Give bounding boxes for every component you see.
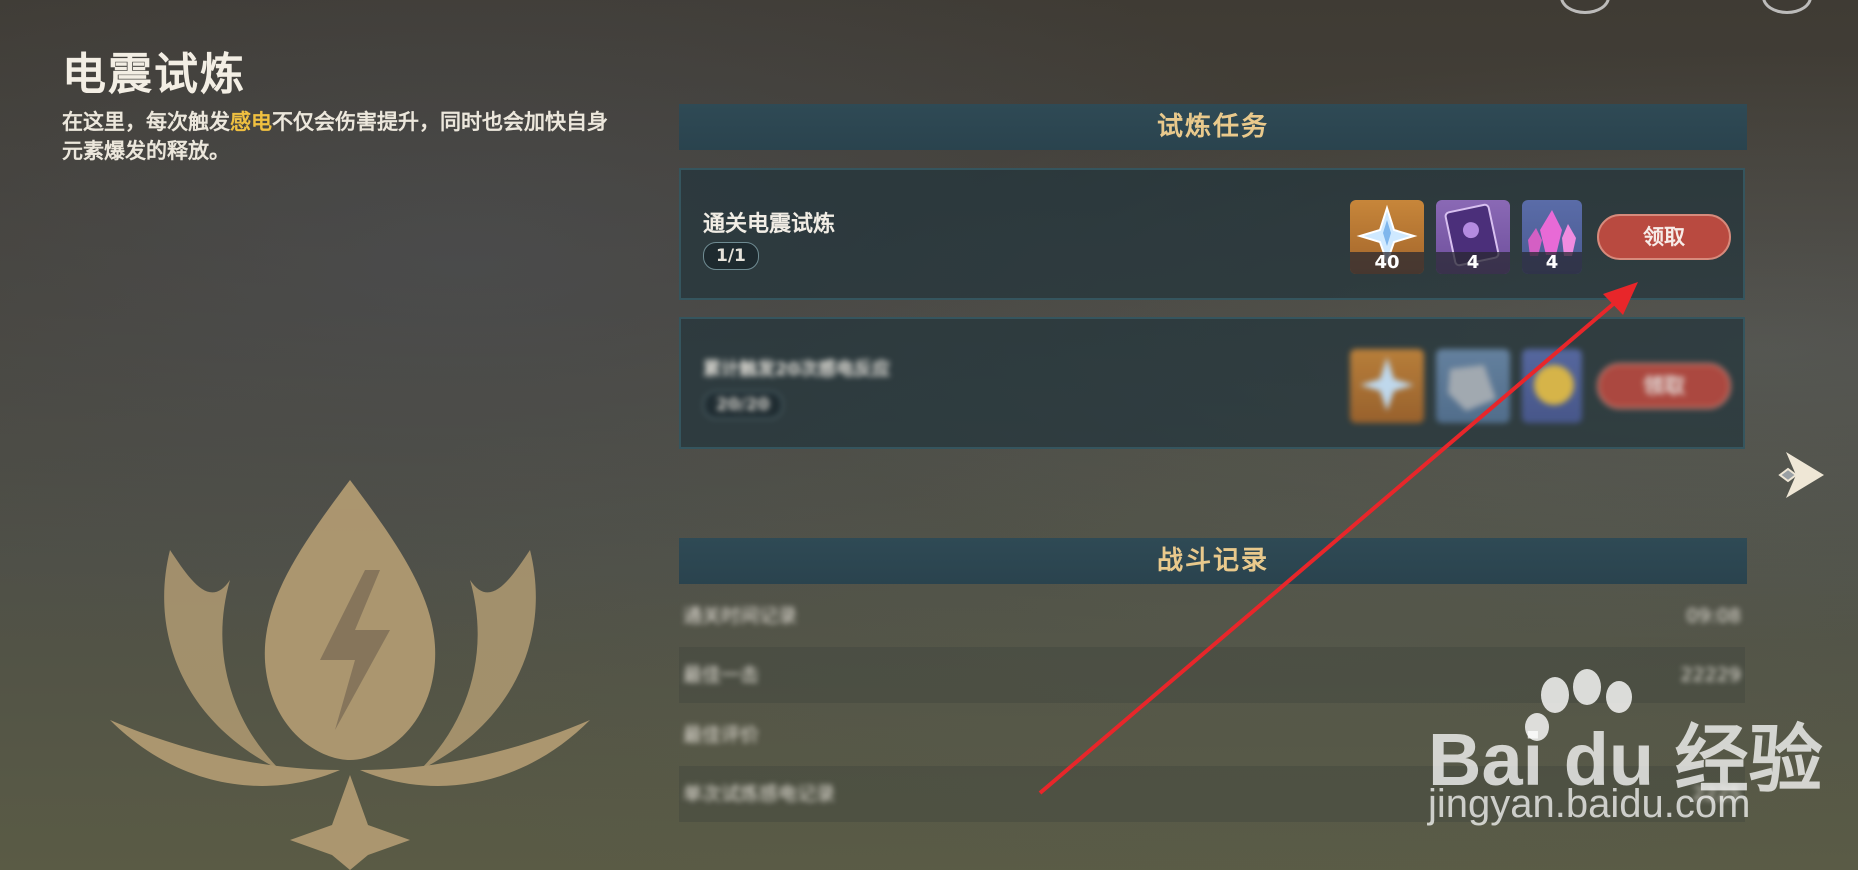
record-label: 单次试炼感电记录	[683, 783, 836, 805]
watermark-url: jingyan.baidu.com	[1428, 782, 1751, 826]
reward-item[interactable]: 4	[1436, 200, 1510, 274]
record-row: 通关时间记录 09:08	[679, 588, 1745, 644]
page-title: 电震试炼	[62, 49, 246, 100]
reward-count: 40	[1350, 252, 1424, 274]
record-value: 09:08	[1686, 605, 1741, 627]
task-name: 通关电震试炼	[703, 212, 836, 237]
electro-emblem-icon	[110, 480, 590, 870]
claim-button[interactable]: 领取	[1597, 214, 1731, 260]
next-page-arrow-icon[interactable]	[1778, 448, 1828, 502]
tasks-header: 试炼任务	[679, 104, 1747, 150]
task-card: 通关电震试炼 1/1 40 4 4 领取	[679, 168, 1745, 300]
enhancement-ore-icon	[1448, 365, 1496, 411]
record-label: 最佳评价	[683, 724, 760, 746]
description-text: 在这里，每次触发	[62, 110, 230, 134]
reward-item[interactable]	[1436, 349, 1510, 423]
reward-item[interactable]	[1350, 349, 1424, 423]
task-progress: 1/1	[703, 242, 759, 270]
page-description: 在这里，每次触发感电不仅会伤害提升，同时也会加快自身元素爆发的释放。	[62, 108, 617, 166]
primogem-icon	[1360, 357, 1414, 411]
description-highlight: 感电	[230, 110, 272, 134]
reward-count: 4	[1436, 252, 1510, 274]
records-header: 战斗记录	[679, 538, 1747, 584]
task-progress: 20/20	[703, 391, 783, 419]
claim-button[interactable]: 领取	[1597, 363, 1731, 409]
record-label: 最佳一击	[683, 664, 760, 686]
record-label: 通关时间记录	[683, 605, 798, 627]
task-card: 累计触发20次感电反应 20/20 领取	[679, 317, 1745, 449]
mora-icon	[1534, 365, 1574, 405]
reward-count: 4	[1522, 252, 1582, 274]
task-name: 累计触发20次感电反应	[703, 359, 891, 380]
reward-item[interactable]: 40	[1350, 200, 1424, 274]
reward-item[interactable]: 4	[1522, 200, 1582, 274]
reward-item[interactable]	[1522, 349, 1582, 423]
